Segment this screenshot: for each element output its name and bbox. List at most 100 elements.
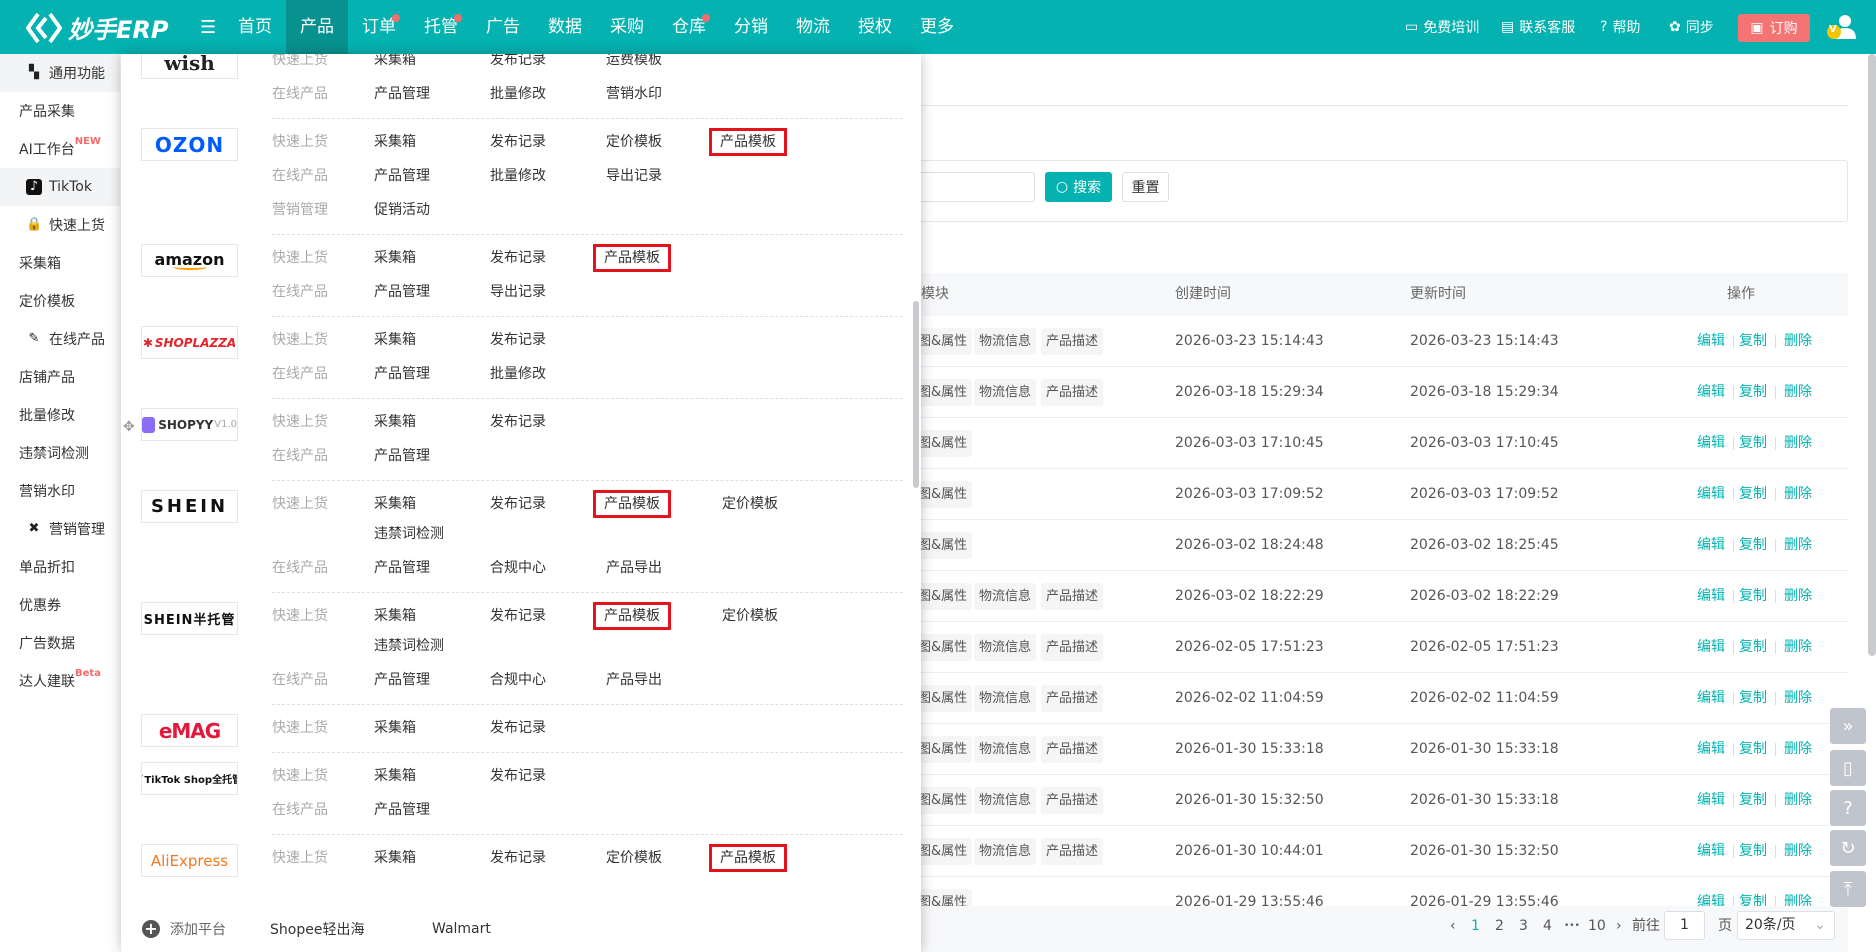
platform-menu-item[interactable]: 运费模板 (603, 54, 719, 75)
platform-menu-item[interactable]: 合规中心 (487, 665, 603, 695)
platform-menu-item[interactable]: 采集箱 (371, 601, 487, 631)
edit-link[interactable]: 编辑 (1697, 724, 1725, 775)
delete-link[interactable]: 删除 (1784, 826, 1812, 877)
menu-toggle-icon[interactable]: ☰ (200, 17, 216, 38)
platform-menu-item[interactable]: 产品模板 (709, 127, 835, 157)
buy-button[interactable]: ▣ 订购 (1738, 14, 1810, 42)
platform-menu-item[interactable]: 产品管理 (371, 553, 487, 583)
goto-page-input[interactable]: 1 (1664, 911, 1705, 940)
edit-link[interactable]: 编辑 (1697, 469, 1725, 520)
delete-link[interactable]: 删除 (1784, 673, 1812, 724)
page-4[interactable]: 4 (1543, 906, 1552, 946)
sidebar-item[interactable]: 批量修改 (0, 396, 120, 434)
platform-menu-item[interactable]: 合规中心 (487, 553, 603, 583)
edit-link[interactable]: 编辑 (1697, 622, 1725, 673)
platform-menu-item[interactable]: 采集箱 (371, 127, 487, 157)
platform-menu-item[interactable]: 定价模板 (719, 601, 835, 631)
sidebar-item[interactable]: 广告数据 (0, 624, 120, 662)
collapse-button[interactable]: » (1830, 708, 1866, 744)
delete-link[interactable]: 删除 (1784, 571, 1812, 622)
reset-button[interactable]: 重置 (1122, 172, 1169, 202)
copy-link[interactable]: 复制 (1739, 724, 1767, 775)
nav-item[interactable]: 采购 (596, 0, 658, 54)
platform-logo[interactable]: amazon (141, 244, 238, 277)
platform-menu-item[interactable]: 产品模板 (593, 601, 719, 631)
nav-item[interactable]: 授权 (844, 0, 906, 54)
page-1[interactable]: 1 (1471, 906, 1480, 946)
copy-link[interactable]: 复制 (1739, 775, 1767, 826)
platform-menu-item[interactable]: 违禁词检测 (371, 631, 487, 661)
platform-menu-item[interactable]: 产品管理 (371, 441, 487, 471)
page-size-select[interactable]: 20条/页 ⌄ (1737, 911, 1835, 940)
sidebar-item[interactable]: 违禁词检测 (0, 434, 120, 472)
copy-link[interactable]: 复制 (1739, 418, 1767, 469)
platform-menu-item[interactable]: 发布记录 (487, 843, 603, 873)
delete-link[interactable]: 删除 (1784, 367, 1812, 418)
next-page-button[interactable]: › (1616, 906, 1622, 946)
platform-menu-item[interactable]: 批量修改 (487, 79, 603, 109)
platform-menu-item[interactable]: 定价模板 (719, 489, 835, 519)
platform-menu-item[interactable]: 产品管理 (371, 161, 487, 191)
copy-link[interactable]: 复制 (1739, 622, 1767, 673)
platform-menu-item[interactable]: 产品管理 (371, 359, 487, 389)
mobile-button[interactable]: ▯ (1830, 750, 1866, 786)
platform-menu-item[interactable]: 产品管理 (371, 277, 487, 307)
sidebar-item[interactable]: 营销水印 (0, 472, 120, 510)
platform-menu-item[interactable]: 发布记录 (487, 325, 603, 355)
panel-scrollbar[interactable] (913, 301, 919, 488)
platform-menu-item[interactable]: 产品模板 (593, 243, 719, 273)
platform-menu-item[interactable]: 导出记录 (603, 161, 719, 191)
shopee-link[interactable]: Shopee轻出海 (270, 919, 364, 939)
delete-link[interactable]: 删除 (1784, 316, 1812, 367)
sidebar-item[interactable]: ♪ TikTok (0, 168, 120, 206)
nav-item[interactable]: 更多 (906, 0, 968, 54)
avatar[interactable]: V (1826, 12, 1856, 42)
edit-link[interactable]: 编辑 (1697, 673, 1725, 724)
sidebar-item[interactable]: ✎ 在线产品 (0, 320, 120, 358)
copy-link[interactable]: 复制 (1739, 571, 1767, 622)
platform-menu-item[interactable]: 产品导出 (603, 665, 719, 695)
platform-menu-item[interactable]: 发布记录 (487, 407, 603, 437)
platform-menu-item[interactable]: 产品管理 (371, 665, 487, 695)
copy-link[interactable]: 复制 (1739, 469, 1767, 520)
delete-link[interactable]: 删除 (1784, 724, 1812, 775)
platform-menu-item[interactable]: 发布记录 (487, 601, 603, 631)
platform-logo[interactable]: AliExpress (141, 844, 238, 877)
copy-link[interactable]: 复制 (1739, 826, 1767, 877)
sidebar-item[interactable]: 产品采集 (0, 92, 120, 130)
page-2[interactable]: 2 (1495, 906, 1504, 946)
platform-menu-item[interactable]: 产品导出 (603, 553, 719, 583)
page-10[interactable]: 10 (1588, 906, 1606, 946)
copy-link[interactable]: 复制 (1739, 673, 1767, 724)
sidebar-item[interactable]: 定价模板 (0, 282, 120, 320)
platform-menu-item[interactable]: 产品管理 (371, 795, 487, 825)
platform-logo[interactable]: SHEIN (141, 490, 238, 523)
sidebar-item[interactable]: 店铺产品 (0, 358, 120, 396)
nav-item[interactable]: 广告 (472, 0, 534, 54)
platform-menu-item[interactable]: 批量修改 (487, 161, 603, 191)
platform-menu-item[interactable]: 定价模板 (603, 127, 719, 157)
sidebar-item[interactable]: ▚ 通用功能 (0, 54, 120, 92)
edit-link[interactable]: 编辑 (1697, 571, 1725, 622)
sidebar-item[interactable]: ✖ 营销管理 (0, 510, 120, 548)
sidebar-item[interactable]: 达人建联 Beta (0, 662, 120, 700)
platform-menu-item[interactable]: 产品模板 (593, 489, 719, 519)
sidebar-item[interactable]: AI工作台 NEW (0, 130, 120, 168)
platform-menu-item[interactable]: 产品模板 (709, 843, 835, 873)
search-button[interactable]: ○ 搜索 (1045, 172, 1112, 202)
platform-menu-item[interactable]: 发布记录 (487, 54, 603, 75)
edit-link[interactable]: 编辑 (1697, 775, 1725, 826)
nav-item[interactable]: 首页 (224, 0, 286, 54)
copy-link[interactable]: 复制 (1739, 316, 1767, 367)
brand-logo[interactable]: 妙手ERP (26, 10, 168, 45)
copy-link[interactable]: 复制 (1739, 520, 1767, 571)
delete-link[interactable]: 删除 (1784, 520, 1812, 571)
platform-logo[interactable]: ♪TikTok Shop全托管 (141, 762, 238, 795)
platform-menu-item[interactable]: 违禁词检测 (371, 519, 487, 549)
nav-item[interactable]: 仓库 (658, 0, 720, 54)
nav-item[interactable]: 订单 (348, 0, 410, 54)
copy-link[interactable]: 复制 (1739, 367, 1767, 418)
platform-menu-item[interactable]: 产品管理 (371, 79, 487, 109)
platform-menu-item[interactable]: 采集箱 (371, 325, 487, 355)
platform-menu-item[interactable]: 采集箱 (371, 407, 487, 437)
